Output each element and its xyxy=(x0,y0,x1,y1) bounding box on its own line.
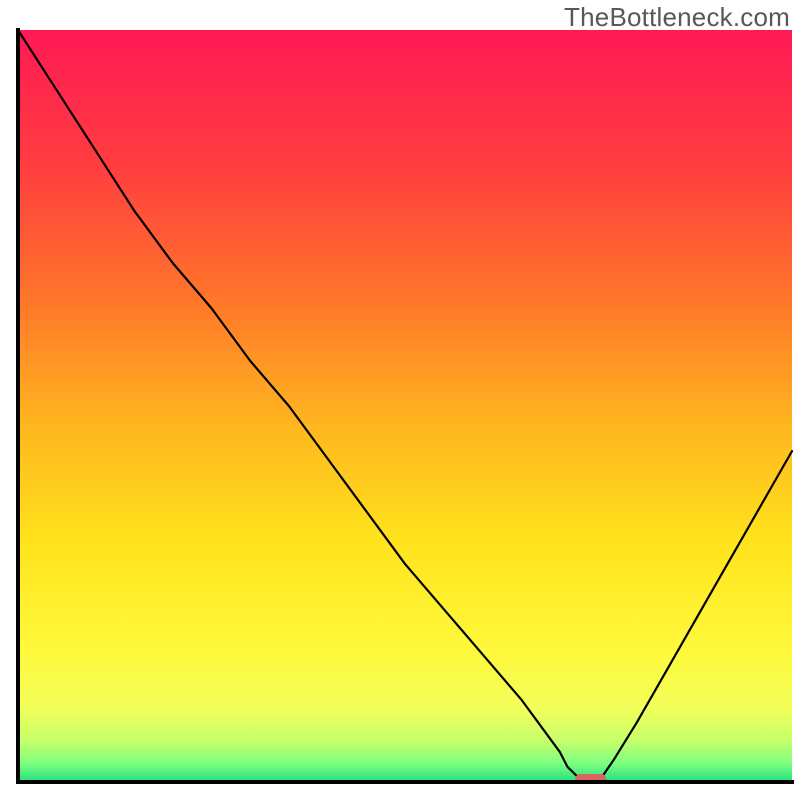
chart-container: TheBottleneck.com xyxy=(0,0,800,800)
chart-svg xyxy=(0,0,800,800)
plot-background xyxy=(18,30,792,782)
